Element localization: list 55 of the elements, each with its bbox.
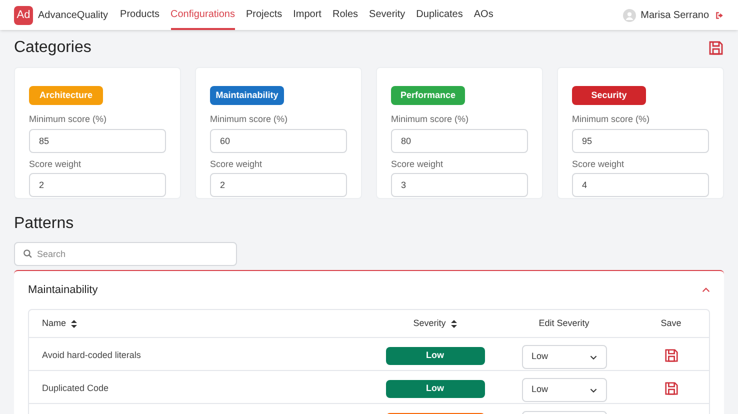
field-label: Score weight xyxy=(29,158,82,171)
chevron-icon[interactable] xyxy=(702,286,710,294)
save-icon[interactable] xyxy=(664,348,678,363)
column-header[interactable]: Severity xyxy=(413,316,446,330)
input-field[interactable]: 85 xyxy=(29,128,166,152)
field-label: Score weight xyxy=(391,158,444,171)
severity-badge: Low xyxy=(386,347,484,365)
nav-link[interactable]: Configurations xyxy=(170,0,235,30)
search-icon xyxy=(23,249,32,258)
sort-icon[interactable] xyxy=(450,320,457,328)
field-label: Minimum score (%) xyxy=(210,113,289,126)
input-field[interactable]: 80 xyxy=(391,128,528,152)
pattern-name: Duplicated Code xyxy=(42,383,109,393)
nav-link[interactable]: Roles xyxy=(332,0,358,30)
category-tag: Performance xyxy=(391,86,465,106)
input-field[interactable]: 3 xyxy=(391,173,528,197)
panel-title: Maintainability xyxy=(28,282,98,298)
save-icon[interactable] xyxy=(664,381,678,396)
nav-link[interactable]: AOs xyxy=(474,0,494,30)
logo[interactable]: Ad xyxy=(14,6,33,24)
field-label: Minimum score (%) xyxy=(391,113,470,126)
logout-icon[interactable] xyxy=(715,10,724,20)
user-name: Marisa Serrano xyxy=(640,8,709,22)
category-tag: Security xyxy=(572,86,646,106)
category-tag: Architecture xyxy=(29,86,103,106)
nav-link[interactable]: Severity xyxy=(369,0,406,30)
input-field[interactable]: 95 xyxy=(572,128,709,152)
nav-link[interactable]: Duplicates xyxy=(416,0,463,30)
nav-link[interactable]: Projects xyxy=(246,0,282,30)
search-field[interactable]: Search xyxy=(14,242,237,266)
column-header: Save xyxy=(660,316,682,330)
brand-name[interactable]: AdvanceQuality xyxy=(38,8,108,22)
pattern-name: Avoid hard-coded literals xyxy=(42,350,141,360)
field-label: Minimum score (%) xyxy=(572,113,651,126)
nav-link[interactable]: Products xyxy=(120,0,160,30)
field-label: Score weight xyxy=(572,158,626,171)
section-title: Categories xyxy=(14,38,92,58)
column-header[interactable]: Name xyxy=(42,316,66,330)
severity-badge: Low xyxy=(386,380,484,398)
chevron-down-icon xyxy=(590,386,596,394)
severity-dropdown[interactable]: Low xyxy=(522,345,606,369)
severity-dropdown[interactable]: Low xyxy=(522,378,606,402)
save-icon[interactable] xyxy=(708,40,724,56)
section-title: Patterns xyxy=(14,214,75,234)
sort-icon[interactable] xyxy=(71,320,78,328)
category-tag: Maintainability xyxy=(210,86,284,106)
input-field[interactable]: 60 xyxy=(210,128,347,152)
field-label: Minimum score (%) xyxy=(29,113,108,126)
column-header: Edit Severity xyxy=(538,316,590,330)
input-field[interactable]: 4 xyxy=(572,173,709,197)
chevron-down-icon xyxy=(590,354,596,360)
input-field[interactable]: 2 xyxy=(210,173,347,197)
nav-link[interactable]: Import xyxy=(293,0,322,30)
field-label: Score weight xyxy=(210,158,264,171)
input-field[interactable]: 2 xyxy=(29,173,166,197)
